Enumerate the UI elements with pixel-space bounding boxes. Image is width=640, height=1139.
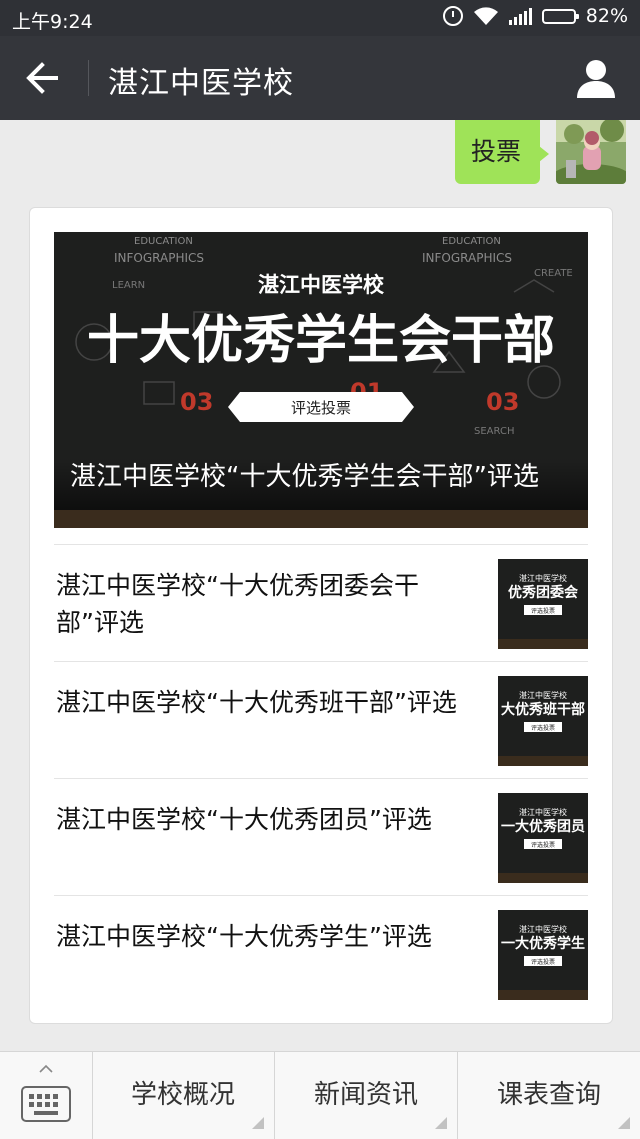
- article-item[interactable]: 湛江中医学校“十大优秀团委会干部”评选 湛江中医学校 优秀团委会 评选投票: [54, 544, 588, 662]
- chalk-word-education-left: EDUCATION: [134, 236, 193, 247]
- thumb-main: 大优秀班干部: [501, 701, 585, 718]
- keyboard-toggle-button[interactable]: [0, 1052, 93, 1139]
- chalk-word-infographics-right: INFOGRAPHICS: [422, 251, 512, 265]
- chalk-word-infographics-left: INFOGRAPHICS: [114, 251, 204, 265]
- sent-message-bubble[interactable]: 投票: [455, 120, 549, 184]
- user-avatar[interactable]: [556, 120, 626, 184]
- thumb-tag: 评选投票: [531, 841, 555, 849]
- menu-school-overview[interactable]: 学校概况: [92, 1052, 275, 1139]
- article-item[interactable]: 湛江中医学校“十大优秀团员”评选 湛江中医学校 一大优秀团员 评选投票: [54, 778, 588, 896]
- profile-icon[interactable]: [574, 56, 618, 100]
- cover-wood-frame: [54, 510, 588, 528]
- article-item-title: 湛江中医学校“十大优秀学生”评选: [56, 922, 432, 951]
- article-card: EDUCATION INFOGRAPHICS EDUCATION INFOGRA…: [29, 207, 613, 1024]
- back-arrow-icon[interactable]: [22, 58, 66, 98]
- chalk-number-03b: 03: [486, 388, 519, 416]
- article-item-thumbnail: 湛江中医学校 一大优秀团员 评选投票: [498, 793, 588, 883]
- chalk-word-learn: LEARN: [112, 280, 145, 291]
- article-item-title: 湛江中医学校“十大优秀团员”评选: [56, 805, 432, 834]
- article-item-title: 湛江中医学校“十大优秀团委会干部”评选: [56, 571, 419, 637]
- wifi-icon: [473, 7, 498, 25]
- chevron-up-icon: [39, 1064, 53, 1073]
- chalk-word-create: CREATE: [534, 268, 573, 279]
- alarm-icon: [442, 6, 463, 26]
- cover-article[interactable]: EDUCATION INFOGRAPHICS EDUCATION INFOGRA…: [54, 232, 588, 528]
- thumb-main: 优秀团委会: [508, 584, 579, 601]
- thumb-school: 湛江中医学校: [519, 924, 567, 934]
- battery-percent: 82%: [585, 5, 628, 27]
- thumb-school: 湛江中医学校: [519, 573, 567, 583]
- submenu-corner-icon: [618, 1117, 630, 1129]
- cover-banner-main: 十大优秀学生会干部: [87, 311, 555, 371]
- status-bar: 上午9:24 82%: [0, 0, 640, 36]
- menu-label: 课表查询: [496, 1080, 601, 1110]
- page-title: 湛江中医学校: [108, 66, 294, 101]
- chalk-word-search: SEARCH: [474, 426, 514, 437]
- article-item-thumbnail: 湛江中医学校 优秀团委会 评选投票: [498, 559, 588, 649]
- chalk-number-03a: 03: [180, 388, 213, 416]
- menu-label: 学校概况: [130, 1080, 235, 1110]
- thumb-main: 一大优秀团员: [501, 818, 585, 835]
- cover-title: 湛江中医学校“十大优秀学生会干部”评选: [54, 458, 588, 510]
- thumb-tag: 评选投票: [531, 958, 555, 966]
- menu-timetable[interactable]: 课表查询: [458, 1052, 640, 1139]
- submenu-corner-icon: [435, 1117, 447, 1129]
- thumb-tag: 评选投票: [531, 724, 555, 732]
- submenu-corner-icon: [252, 1117, 264, 1129]
- signal-icon: [508, 7, 532, 25]
- thumb-main: 一大优秀学生: [501, 935, 585, 952]
- cover-banner-school: 湛江中医学校: [258, 273, 385, 297]
- menu-label: 新闻资讯: [313, 1080, 418, 1110]
- thumb-tag: 评选投票: [531, 607, 555, 615]
- article-item-thumbnail: 湛江中医学校 一大优秀学生 评选投票: [498, 910, 588, 1000]
- keyboard-icon: [21, 1086, 71, 1122]
- thumb-school: 湛江中医学校: [519, 807, 567, 817]
- battery-icon: [541, 8, 579, 24]
- thumb-school: 湛江中医学校: [519, 690, 567, 700]
- article-item-thumbnail: 湛江中医学校 大优秀班干部 评选投票: [498, 676, 588, 766]
- chalk-word-education-right: EDUCATION: [442, 236, 501, 247]
- title-divider: [88, 60, 89, 96]
- bottom-menu-bar: 学校概况 新闻资讯 课表查询: [0, 1051, 640, 1139]
- status-time: 上午9:24: [12, 11, 93, 33]
- article-item[interactable]: 湛江中医学校“十大优秀学生”评选 湛江中医学校 一大优秀学生 评选投票: [54, 895, 588, 1013]
- article-item-title: 湛江中医学校“十大优秀班干部”评选: [56, 688, 457, 717]
- menu-news[interactable]: 新闻资讯: [275, 1052, 458, 1139]
- title-bar: 湛江中医学校: [0, 36, 640, 120]
- cover-banner-tag: 评选投票: [291, 399, 351, 417]
- article-item[interactable]: 湛江中医学校“十大优秀班干部”评选 湛江中医学校 大优秀班干部 评选投票: [54, 661, 588, 779]
